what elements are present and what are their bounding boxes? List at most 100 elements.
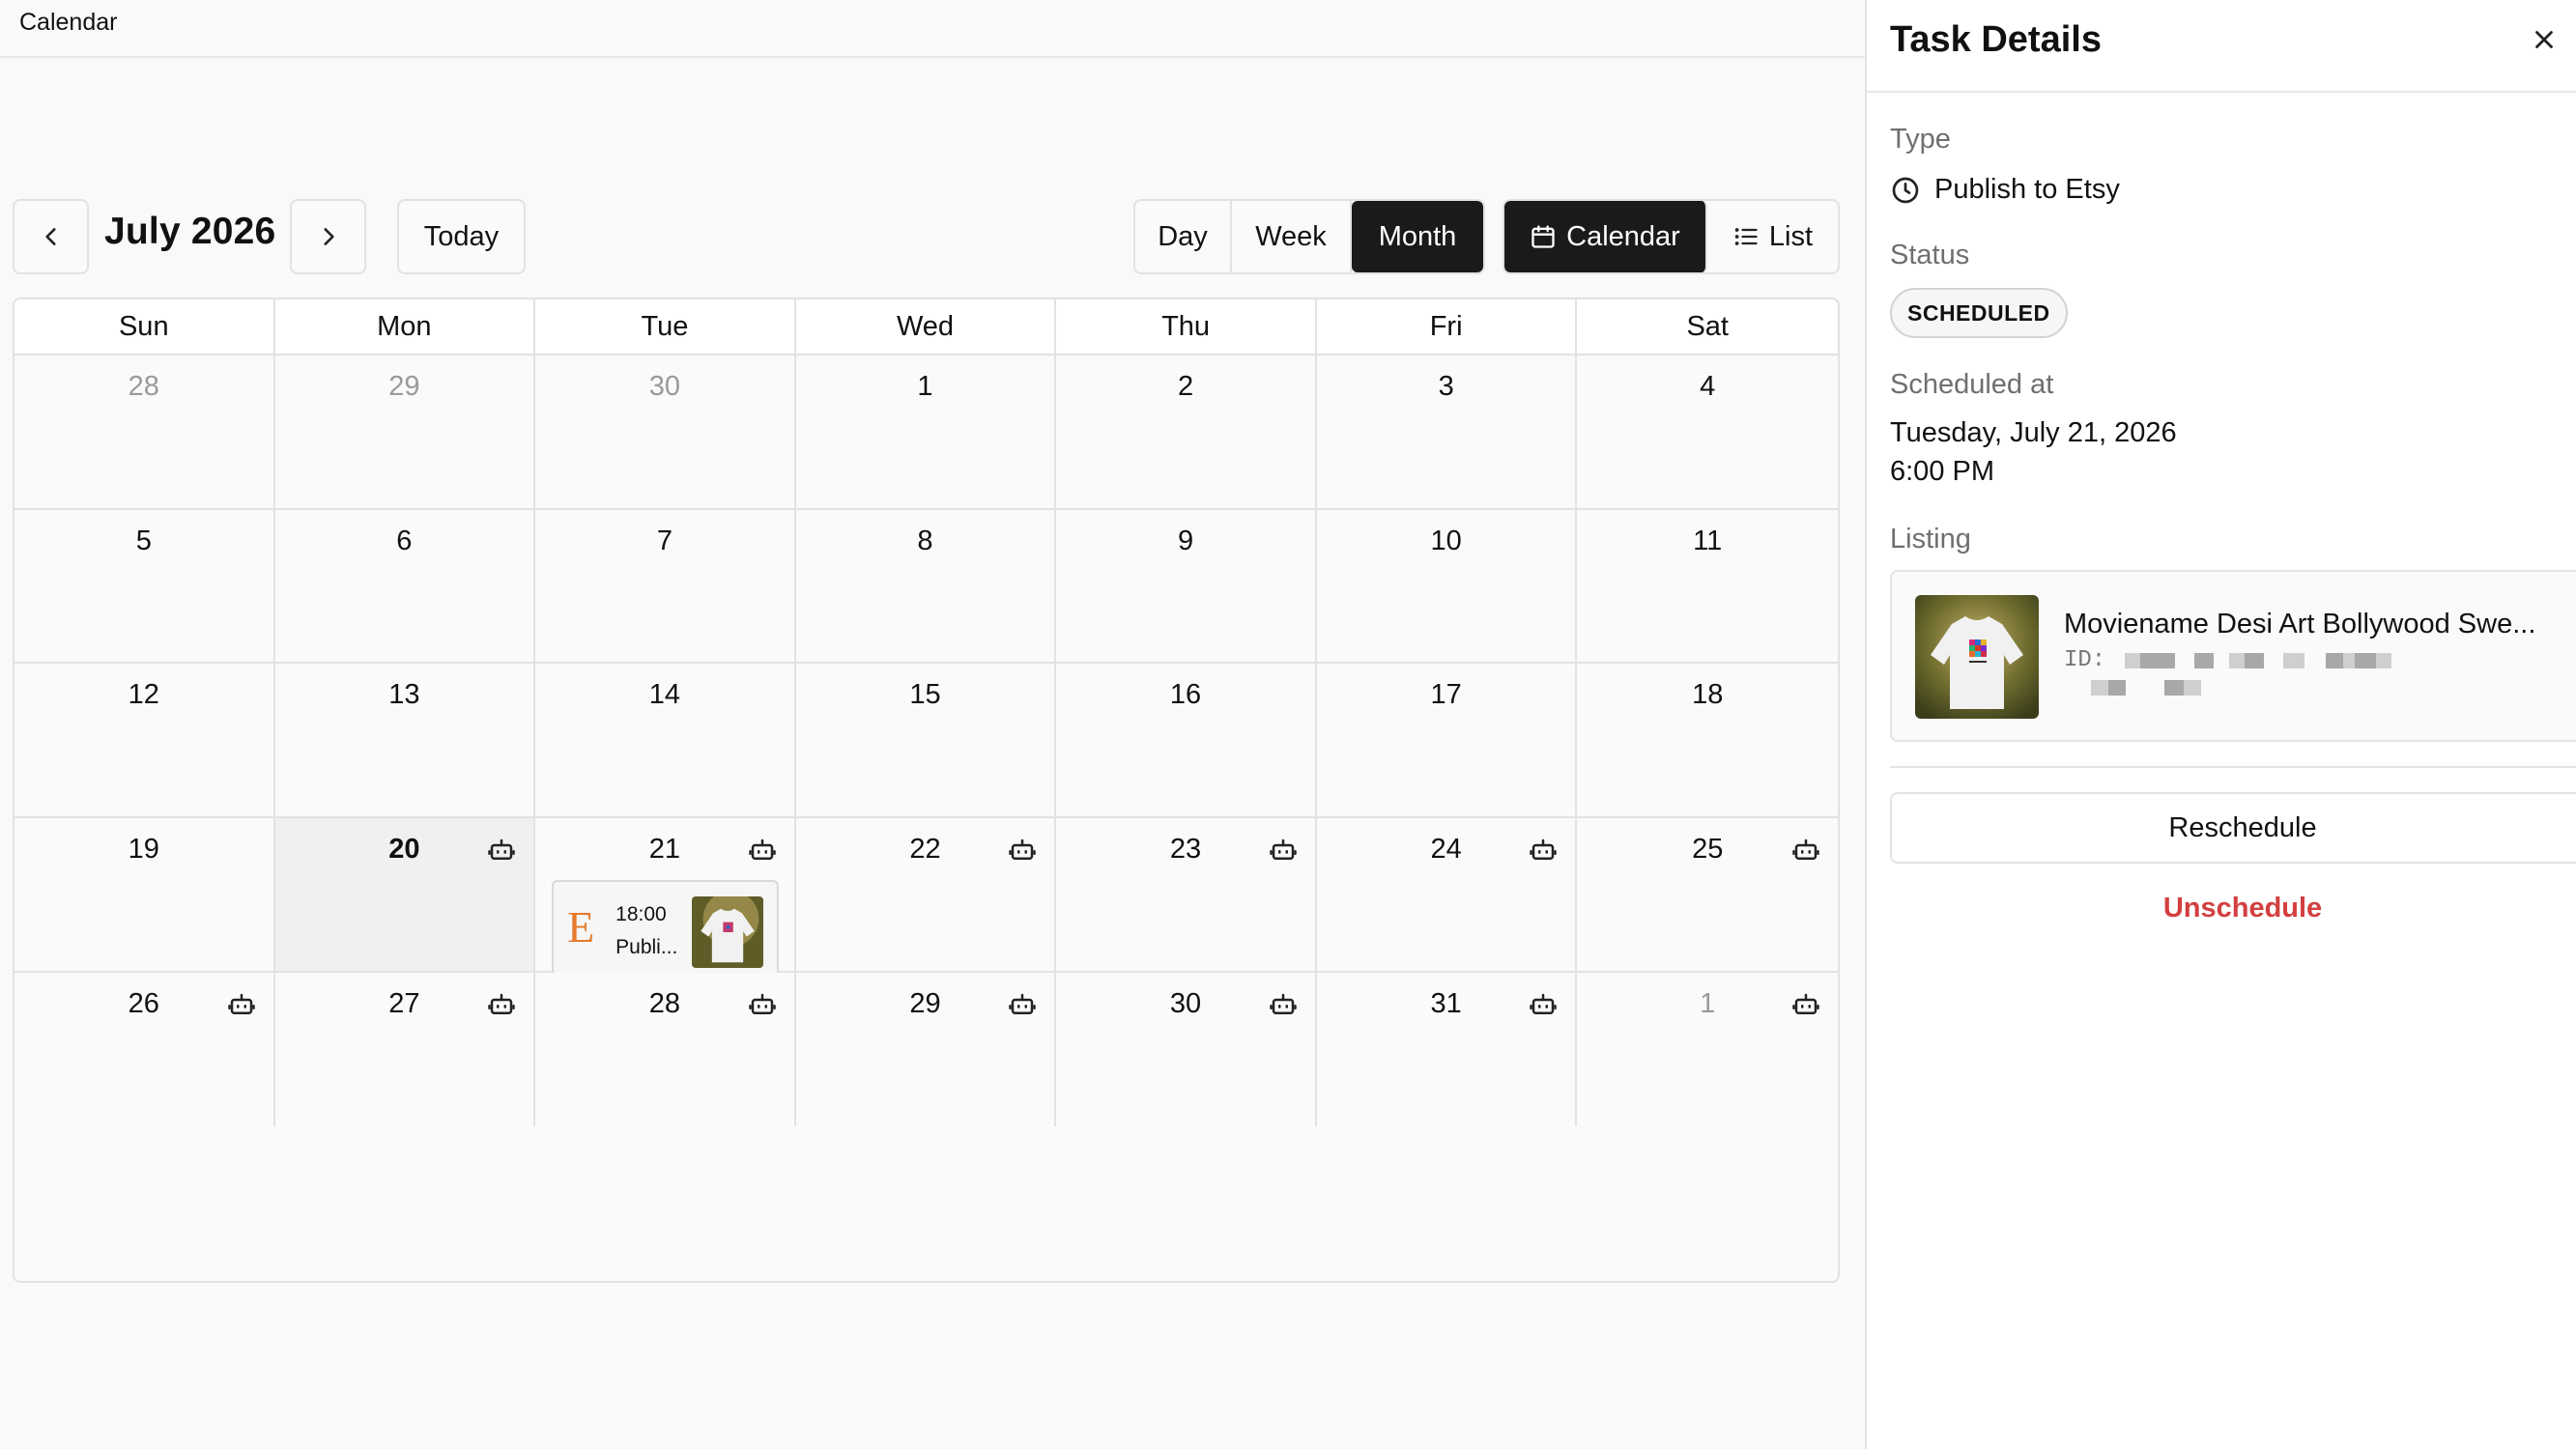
day-cell[interactable]: 4 bbox=[1577, 355, 1838, 510]
listing-id-prefix: ID: bbox=[2064, 647, 2106, 673]
day-cell[interactable]: 26 bbox=[14, 972, 275, 1127]
day-number: 30 bbox=[648, 371, 681, 402]
day-cell[interactable]: 1 bbox=[1577, 972, 1838, 1127]
day-cell[interactable]: 23 bbox=[1056, 818, 1317, 973]
day-cell[interactable]: 9 bbox=[1056, 509, 1317, 665]
robot-icon[interactable] bbox=[1791, 836, 1820, 865]
robot-icon[interactable] bbox=[748, 990, 777, 1019]
redacted-id-mask bbox=[2117, 652, 2392, 668]
view-switcher: Day Week Month bbox=[1133, 199, 1485, 274]
day-cell[interactable]: 20 bbox=[274, 818, 536, 973]
next-month-button[interactable] bbox=[290, 199, 366, 274]
day-cell[interactable]: 16 bbox=[1056, 664, 1317, 818]
day-cell[interactable]: 5 bbox=[14, 509, 275, 665]
task-thumbnail bbox=[692, 896, 764, 968]
day-cell[interactable]: 31 bbox=[1316, 972, 1578, 1127]
day-number: 14 bbox=[648, 679, 681, 711]
list-mode-label: List bbox=[1768, 220, 1814, 252]
day-cell[interactable]: 29 bbox=[795, 972, 1057, 1127]
view-day-button[interactable]: Day bbox=[1135, 201, 1232, 272]
scheduled-task-chip[interactable]: E 18:00 Publi... bbox=[552, 880, 780, 983]
day-number: 10 bbox=[1430, 525, 1462, 556]
task-time: 18:00 bbox=[615, 903, 667, 925]
day-number: 18 bbox=[1692, 679, 1724, 711]
day-cell[interactable]: 11 bbox=[1577, 509, 1838, 665]
day-number: 6 bbox=[396, 525, 413, 556]
day-cell[interactable]: 30 bbox=[1056, 972, 1317, 1127]
day-cell[interactable]: 18 bbox=[1577, 664, 1838, 818]
day-cell[interactable]: 30 bbox=[535, 355, 796, 510]
day-cell[interactable]: 24 bbox=[1316, 818, 1578, 973]
day-cell[interactable]: 7 bbox=[535, 509, 796, 665]
scheduled-at-label: Scheduled at bbox=[1890, 369, 2054, 400]
listing-card[interactable]: Moviename Desi Art Bollywood Swe... ID: bbox=[1890, 570, 2576, 742]
day-cell[interactable]: 10 bbox=[1316, 509, 1578, 665]
calendar-icon bbox=[1530, 223, 1557, 250]
robot-icon[interactable] bbox=[1791, 990, 1820, 1019]
day-cell[interactable]: 14 bbox=[535, 664, 796, 818]
etsy-icon: E bbox=[567, 902, 595, 952]
listing-title: Moviename Desi Art Bollywood Swe... bbox=[2064, 609, 2536, 639]
robot-icon[interactable] bbox=[487, 836, 516, 865]
day-cell[interactable]: 6 bbox=[274, 509, 536, 665]
robot-icon[interactable] bbox=[1008, 990, 1037, 1019]
day-number: 7 bbox=[656, 525, 673, 556]
day-cell[interactable]: 28 bbox=[535, 972, 796, 1127]
task-name: Publi... bbox=[615, 936, 678, 958]
day-cell[interactable]: 12 bbox=[14, 664, 275, 818]
clock-icon bbox=[1890, 175, 1921, 206]
day-number: 13 bbox=[388, 679, 420, 711]
panel-title: Task Details bbox=[1890, 19, 2102, 60]
day-cell[interactable]: 1 bbox=[795, 355, 1057, 510]
robot-icon[interactable] bbox=[1529, 990, 1558, 1019]
day-cell[interactable]: 13 bbox=[274, 664, 536, 818]
previous-month-button[interactable] bbox=[13, 199, 89, 274]
type-value-text: Publish to Etsy bbox=[1934, 174, 2120, 205]
month-calendar: Sun Mon Tue Wed Thu Fri Sat 28 29 30 1 2 3 4 5 6 7 8 9 10 1… bbox=[13, 298, 1840, 1283]
robot-icon[interactable] bbox=[1269, 836, 1298, 865]
task-details-panel: Task Details Type Publish to Etsy Status… bbox=[1865, 0, 2576, 1449]
robot-icon[interactable] bbox=[1529, 836, 1558, 865]
day-cell[interactable]: 29 bbox=[274, 355, 536, 510]
day-cell[interactable]: 2 bbox=[1056, 355, 1317, 510]
current-month-label: July 2026 bbox=[104, 211, 276, 252]
day-cell[interactable]: 8 bbox=[795, 509, 1057, 665]
view-month-button[interactable]: Month bbox=[1352, 201, 1483, 272]
scheduled-time: 6:00 PM bbox=[1890, 456, 1994, 487]
robot-icon[interactable] bbox=[227, 990, 256, 1019]
day-cell[interactable]: 22 bbox=[795, 818, 1057, 973]
day-number: 4 bbox=[1700, 371, 1716, 402]
weekday-fri: Fri bbox=[1317, 299, 1578, 354]
panel-divider bbox=[1890, 766, 2576, 768]
day-cell[interactable]: 17 bbox=[1316, 664, 1578, 818]
day-number: 12 bbox=[128, 679, 159, 711]
redacted-id-mask-line2 bbox=[2091, 680, 2201, 696]
day-cell[interactable]: 28 bbox=[14, 355, 275, 510]
close-panel-button[interactable] bbox=[2530, 25, 2559, 54]
robot-icon[interactable] bbox=[748, 836, 777, 865]
day-number: 11 bbox=[1693, 525, 1723, 556]
panel-header: Task Details bbox=[1867, 0, 2576, 93]
day-cell[interactable]: 15 bbox=[795, 664, 1057, 818]
weekday-header: Sun Mon Tue Wed Thu Fri Sat bbox=[14, 299, 1838, 355]
list-icon bbox=[1732, 223, 1760, 250]
day-cell[interactable]: 19 bbox=[14, 818, 275, 973]
robot-icon[interactable] bbox=[487, 990, 516, 1019]
day-cell[interactable]: 27 bbox=[274, 972, 536, 1127]
status-label: Status bbox=[1890, 240, 1970, 270]
day-cell[interactable]: 25 bbox=[1577, 818, 1838, 973]
day-cell[interactable]: 3 bbox=[1316, 355, 1578, 510]
chevron-left-icon bbox=[44, 228, 56, 245]
robot-icon[interactable] bbox=[1269, 990, 1298, 1019]
reschedule-button[interactable]: Reschedule bbox=[1890, 792, 2576, 864]
view-week-button[interactable]: Week bbox=[1232, 201, 1352, 272]
calendar-mode-button[interactable]: Calendar bbox=[1504, 201, 1707, 272]
robot-icon[interactable] bbox=[1008, 836, 1037, 865]
top-bar: Calendar bbox=[0, 0, 1865, 58]
list-mode-button[interactable]: List bbox=[1707, 201, 1838, 272]
type-label: Type bbox=[1890, 124, 1951, 155]
unschedule-button[interactable]: Unschedule bbox=[1890, 887, 2576, 929]
today-button[interactable]: Today bbox=[397, 199, 526, 274]
day-cell[interactable]: 21 E 18:00 Publi... bbox=[535, 818, 796, 983]
weekday-sat: Sat bbox=[1686, 310, 1729, 342]
